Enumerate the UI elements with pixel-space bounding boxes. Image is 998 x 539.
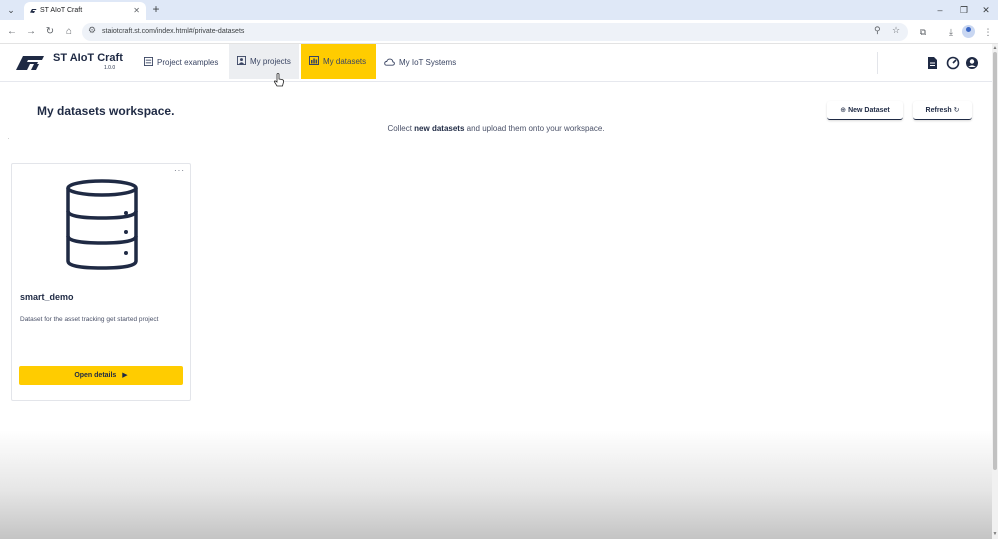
- browser-menu-icon[interactable]: ⋮: [980, 24, 996, 40]
- page-title: My datasets workspace.: [37, 104, 175, 118]
- bottom-overlay: [0, 430, 992, 539]
- nav-label: My datasets: [323, 57, 367, 66]
- subtitle-text: and upload them onto your workspace.: [464, 124, 605, 133]
- scroll-down-icon[interactable]: ▼: [992, 531, 998, 537]
- folder-user-icon: [237, 56, 246, 66]
- dataset-card: ··· smart_demo Dataset for the asset tra…: [11, 163, 191, 401]
- restore-icon[interactable]: ❐: [952, 2, 976, 18]
- profile-avatar[interactable]: [962, 25, 975, 38]
- back-icon[interactable]: ←: [4, 24, 20, 40]
- nav-label: My IoT Systems: [399, 58, 457, 67]
- nav-label: Project examples: [157, 58, 219, 67]
- app-brand[interactable]: ST AIoT Craft: [53, 52, 123, 64]
- subtitle-text: Collect: [387, 124, 415, 133]
- open-details-label: Open details: [74, 372, 117, 379]
- address-url[interactable]: staiotcraft.st.com/index.html#/private-d…: [102, 23, 244, 41]
- dataset-name[interactable]: smart_demo: [20, 292, 74, 302]
- subtitle-bold: new datasets: [414, 124, 465, 133]
- refresh-icon: ↻: [953, 107, 960, 114]
- browser-tab[interactable]: ST AIoT Craft ✕: [24, 2, 146, 20]
- nav-label: My projects: [250, 57, 291, 66]
- dashboard-gauge-icon[interactable]: [946, 56, 960, 70]
- database-icon: [66, 179, 138, 270]
- extensions-icon[interactable]: ⧉: [915, 24, 931, 40]
- close-window-icon[interactable]: ✕: [974, 2, 998, 18]
- zoom-icon[interactable]: ⚲: [874, 25, 881, 36]
- nav-my-datasets[interactable]: My datasets: [301, 44, 376, 79]
- nav-project-examples[interactable]: Project examples: [136, 44, 228, 79]
- cloud-icon: [384, 58, 395, 66]
- site-info-icon[interactable]: ⚙: [88, 25, 96, 36]
- new-tab-icon[interactable]: +: [149, 2, 163, 16]
- divider: [8, 138, 9, 139]
- app-version: 1.0.0: [104, 65, 116, 71]
- new-dataset-label: New Dataset: [848, 107, 890, 114]
- list-icon: [144, 57, 153, 67]
- tab-title: ST AIoT Craft: [40, 7, 83, 14]
- play-arrow-icon: ▶: [122, 372, 128, 379]
- open-details-button[interactable]: Open details ▶: [19, 366, 183, 385]
- scrollbar-thumb[interactable]: [993, 52, 997, 470]
- reload-icon[interactable]: ↻: [42, 24, 58, 40]
- scroll-up-icon[interactable]: ▲: [992, 45, 998, 51]
- dataset-chart-icon: [309, 56, 319, 66]
- st-logo[interactable]: [13, 54, 45, 72]
- new-dataset-button[interactable]: ⊕ New Dataset: [827, 101, 903, 120]
- header-divider: [877, 52, 878, 74]
- browser-tabstrip: ⌄ ST AIoT Craft ✕ + – ❐ ✕: [0, 0, 998, 20]
- refresh-label: Refresh: [925, 107, 952, 114]
- account-icon[interactable]: [965, 56, 979, 70]
- plus-circle-icon: ⊕: [840, 107, 847, 114]
- st-favicon-icon: [30, 9, 37, 13]
- dataset-description: Dataset for the asset tracking get start…: [20, 316, 159, 323]
- nav-my-iot-systems[interactable]: My IoT Systems: [376, 44, 468, 79]
- app-header: ST AIoT Craft 1.0.0 Project examples My …: [0, 44, 998, 82]
- download-icon[interactable]: ⤓: [943, 24, 959, 40]
- nav-my-projects[interactable]: My projects: [229, 44, 299, 79]
- browser-toolbar: ← → ↻ ⌂ ⚙ staiotcraft.st.com/index.html#…: [0, 20, 998, 44]
- tab-search-chevron-icon[interactable]: ⌄: [4, 3, 18, 17]
- minimize-icon[interactable]: –: [928, 2, 952, 18]
- page-subtitle: Collect new datasets and upload them ont…: [0, 124, 992, 133]
- document-icon[interactable]: [925, 56, 939, 70]
- address-bar[interactable]: ⚙ staiotcraft.st.com/index.html#/private…: [82, 23, 908, 41]
- hand-cursor-icon: [273, 73, 284, 87]
- forward-icon[interactable]: →: [23, 24, 39, 40]
- more-options-icon[interactable]: ···: [174, 166, 185, 175]
- bookmark-star-icon[interactable]: ☆: [892, 25, 900, 36]
- refresh-button[interactable]: Refresh ↻: [913, 101, 972, 120]
- home-icon[interactable]: ⌂: [61, 24, 77, 40]
- tab-close-icon[interactable]: ✕: [133, 2, 140, 20]
